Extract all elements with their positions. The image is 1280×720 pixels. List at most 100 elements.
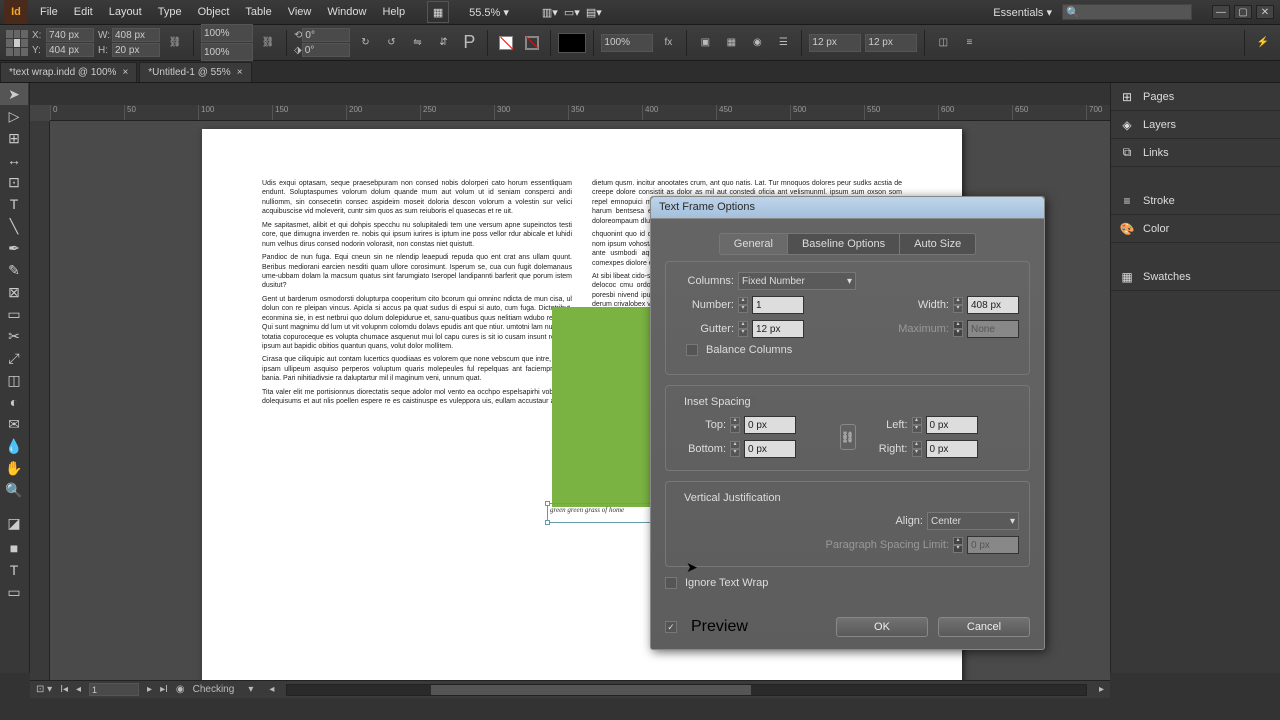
pen-tool-icon[interactable]: ✒ xyxy=(0,237,28,259)
textwrap-jump-icon[interactable]: ☰ xyxy=(772,32,794,54)
effects-icon[interactable]: fx xyxy=(657,32,679,54)
scissors-tool-icon[interactable]: ✂ xyxy=(0,325,28,347)
selection-tool-icon[interactable]: ➤ xyxy=(0,83,28,105)
next-page-icon[interactable]: ▸ xyxy=(147,684,152,695)
menu-layout[interactable]: Layout xyxy=(101,6,150,18)
menu-help[interactable]: Help xyxy=(374,6,413,18)
stroke-weight-input[interactable] xyxy=(809,34,861,52)
textwrap-bbox-icon[interactable]: ▦ xyxy=(720,32,742,54)
rectangle-tool-icon[interactable]: ▭ xyxy=(0,303,28,325)
free-transform-tool-icon[interactable]: ⤢ xyxy=(0,347,28,369)
align-select[interactable]: Center▾ xyxy=(927,512,1019,530)
gap-tool-icon[interactable]: ↔ xyxy=(0,149,28,171)
preflight-status-icon[interactable]: ◉ xyxy=(176,684,185,695)
search-input[interactable]: 🔍 xyxy=(1062,4,1192,20)
textwrap-shape-icon[interactable]: ◉ xyxy=(746,32,768,54)
scale-y-input[interactable] xyxy=(201,43,253,61)
link-inset-icon[interactable]: ⛓ xyxy=(840,424,856,450)
w-input[interactable] xyxy=(112,28,160,42)
constrain-proportions-icon[interactable]: ⛓ xyxy=(164,32,186,54)
direct-selection-tool-icon[interactable]: ▷ xyxy=(0,105,28,127)
stroke-style-select[interactable] xyxy=(558,33,586,53)
screen-mode-icon[interactable]: ▭▾ xyxy=(561,1,583,23)
gutter-spinner[interactable]: ▴▾ xyxy=(738,321,748,337)
zoom-level[interactable]: 55.5% ▾ xyxy=(469,6,509,19)
width-input[interactable] xyxy=(967,296,1019,314)
right-input[interactable] xyxy=(926,440,978,458)
workspace-switcher[interactable]: Essentials ▾ xyxy=(983,6,1062,19)
hand-tool-icon[interactable]: ✋ xyxy=(0,457,28,479)
horizontal-ruler[interactable]: 0501001502002503003504004505005506006507… xyxy=(50,105,1110,121)
scroll-left-icon[interactable]: ◂ xyxy=(269,684,274,695)
rotate-input[interactable] xyxy=(302,28,350,42)
stroke-swatch-icon[interactable] xyxy=(521,32,543,54)
gradient-tool-icon[interactable]: ◫ xyxy=(0,369,28,391)
document-tab[interactable]: *text wrap.indd @ 100%× xyxy=(0,62,137,82)
first-page-icon[interactable]: I◂ xyxy=(60,684,68,695)
panel-color[interactable]: 🎨Color xyxy=(1111,215,1280,243)
menu-window[interactable]: Window xyxy=(319,6,374,18)
eyedropper-tool-icon[interactable]: 💧 xyxy=(0,435,28,457)
frame-handle[interactable] xyxy=(545,501,550,506)
h-input[interactable] xyxy=(112,43,160,57)
menu-file[interactable]: File xyxy=(32,6,66,18)
fill-stroke-swap-icon[interactable]: ◪ xyxy=(0,509,28,537)
type-tool-icon[interactable]: T xyxy=(0,193,28,215)
vertical-ruler[interactable] xyxy=(30,121,50,680)
close-button[interactable]: ✕ xyxy=(1256,5,1274,19)
formatting-container-icon[interactable]: T xyxy=(0,559,28,581)
align-icon[interactable]: ≡ xyxy=(958,32,980,54)
dialog-title[interactable]: Text Frame Options xyxy=(651,197,1044,219)
number-spinner[interactable]: ▴▾ xyxy=(738,297,748,313)
opacity-input[interactable] xyxy=(601,34,653,52)
scroll-right-icon[interactable]: ▸ xyxy=(1099,684,1104,695)
top-spinner[interactable]: ▴▾ xyxy=(730,417,740,433)
reference-point-icon[interactable] xyxy=(6,30,28,56)
fill-swatch-icon[interactable] xyxy=(495,32,517,54)
ignore-text-wrap-checkbox[interactable] xyxy=(665,577,677,589)
width-spinner[interactable]: ▴▾ xyxy=(953,297,963,313)
menu-type[interactable]: Type xyxy=(150,6,190,18)
x-input[interactable] xyxy=(46,28,94,42)
tab-baseline-options[interactable]: Baseline Options xyxy=(788,233,900,255)
close-tab-icon[interactable]: × xyxy=(237,67,243,78)
flip-v-icon[interactable]: ⇵ xyxy=(432,32,454,54)
panel-links[interactable]: ⧉Links xyxy=(1111,139,1280,167)
frame-handle[interactable] xyxy=(545,520,550,525)
columns-mode-select[interactable]: Fixed Number▾ xyxy=(738,272,856,290)
number-input[interactable] xyxy=(752,296,804,314)
rotate-ccw-icon[interactable]: ↺ xyxy=(380,32,402,54)
gutter-input[interactable] xyxy=(752,320,804,338)
tab-general[interactable]: General xyxy=(719,233,788,255)
line-tool-icon[interactable]: ╲ xyxy=(0,215,28,237)
textwrap-none-icon[interactable]: ▣ xyxy=(694,32,716,54)
char-panel-icon[interactable]: P xyxy=(458,32,480,54)
left-spinner[interactable]: ▴▾ xyxy=(912,417,922,433)
maximize-button[interactable]: ▢ xyxy=(1234,5,1252,19)
gradient-feather-tool-icon[interactable]: ◐ xyxy=(0,391,28,413)
prev-page-icon[interactable]: ◂ xyxy=(76,684,81,695)
menu-object[interactable]: Object xyxy=(190,6,238,18)
shear-input[interactable] xyxy=(302,43,350,57)
bridge-icon[interactable]: ▦ xyxy=(427,1,449,23)
rectangle-frame-tool-icon[interactable]: ⊠ xyxy=(0,281,28,303)
panel-pages[interactable]: ⊞Pages xyxy=(1111,83,1280,111)
panel-swatches[interactable]: ▦Swatches xyxy=(1111,263,1280,291)
bottom-spinner[interactable]: ▴▾ xyxy=(730,441,740,457)
content-collector-tool-icon[interactable]: ⊡ xyxy=(0,171,28,193)
zoom-tool-icon[interactable]: 🔍 xyxy=(0,479,28,501)
view-mode-icon[interactable]: ▭ xyxy=(0,581,28,603)
menu-edit[interactable]: Edit xyxy=(66,6,101,18)
arrange-icon[interactable]: ▤▾ xyxy=(583,1,605,23)
page-tool-icon[interactable]: ⊞ xyxy=(0,127,28,149)
page-number-input[interactable] xyxy=(89,683,139,696)
document-tab[interactable]: *Untitled-1 @ 55%× xyxy=(139,62,251,82)
view-options-icon[interactable]: ▥▾ xyxy=(539,1,561,23)
menu-view[interactable]: View xyxy=(280,6,320,18)
tab-auto-size[interactable]: Auto Size xyxy=(900,233,976,255)
corner-options-icon[interactable]: ◫ xyxy=(932,32,954,54)
y-input[interactable] xyxy=(46,43,94,57)
menu-table[interactable]: Table xyxy=(237,6,279,18)
minimize-button[interactable]: — xyxy=(1212,5,1230,19)
panel-layers[interactable]: ◈Layers xyxy=(1111,111,1280,139)
